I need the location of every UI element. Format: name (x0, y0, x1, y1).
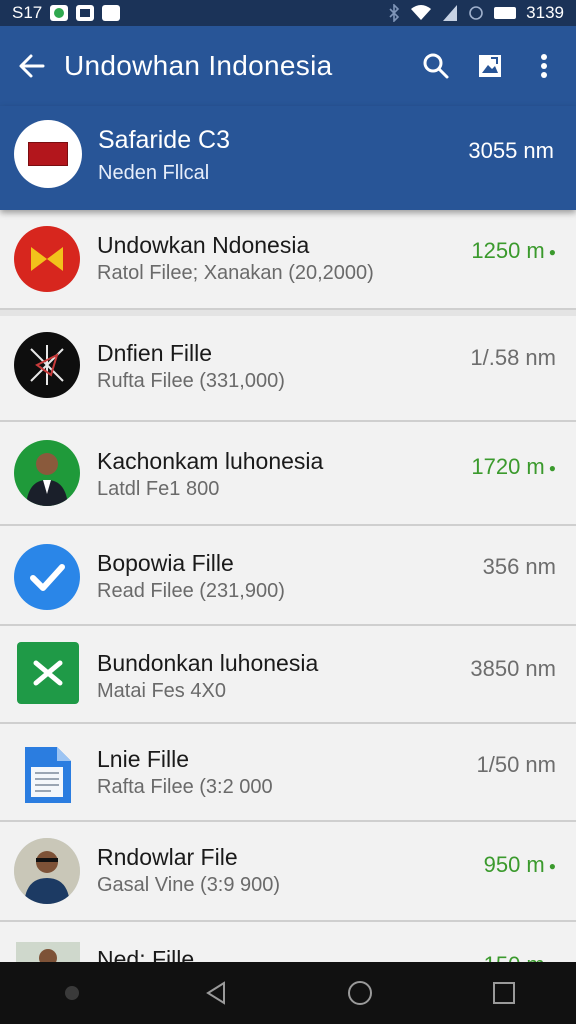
item-value: 1/.58 nm (470, 345, 556, 370)
triangle-back-icon (206, 981, 225, 1005)
notification-gallery-icon (76, 5, 95, 21)
list-item[interactable]: Rndowlar File Gasal Vine (3:9 900) 950 m… (0, 822, 576, 922)
file-list: Undowkan Ndonesia Ratol Filee; Xanakan (… (0, 210, 576, 982)
battery-icon (494, 7, 517, 19)
header-card[interactable]: Safaride C3 Neden Fllcal 3055 nm (0, 106, 576, 210)
person-photo-icon (14, 838, 80, 904)
navigation-bar (0, 962, 576, 1024)
dot-icon (65, 986, 79, 1000)
item-subtitle: Matai Fes 4X0 (97, 680, 226, 702)
document-icon (14, 742, 80, 808)
notification-app-icon (50, 5, 69, 21)
item-value: 1250 m ● (471, 238, 556, 263)
list-item[interactable]: Bopowia Fille Read Filee (231,900) 356 n… (0, 526, 576, 626)
person-photo-green-icon (14, 440, 80, 506)
page-title: Undowhan Indonesia (64, 50, 333, 81)
list-item[interactable]: Undowkan Ndonesia Ratol Filee; Xanakan (… (0, 210, 576, 310)
list-item[interactable]: Dnfien Fille Rufta Filee (331,000) 1/.58… (0, 316, 576, 422)
status-time: S17 (12, 3, 43, 22)
wifi-icon (411, 5, 432, 20)
bluetooth-icon (389, 4, 400, 22)
header-avatar (14, 120, 82, 188)
status-bar: S17 3139 (0, 0, 576, 26)
red-circle-logo-icon (14, 226, 80, 292)
status-dot-icon: ● (548, 461, 556, 476)
item-name: Lnie Fille (97, 746, 190, 772)
square-recents-icon (493, 982, 515, 1004)
item-name: Bundonkan luhonesia (97, 650, 319, 676)
item-subtitle: Gasal Vine (3:9 900) (97, 874, 281, 896)
item-value: 356 nm (482, 554, 556, 579)
item-subtitle: Rafta Filee (3:2 000 (97, 776, 273, 798)
item-subtitle: Latdl Fe1 800 (97, 478, 220, 500)
more-options-button[interactable] (528, 50, 560, 82)
image-icon (479, 55, 501, 77)
arrow-back-icon (19, 54, 45, 78)
header-value: 3055 nm (468, 138, 554, 163)
circle-home-icon (348, 981, 372, 1005)
app-bar: Undowhan Indonesia (0, 26, 576, 106)
black-star-logo-icon (14, 332, 80, 398)
item-subtitle: Rufta Filee (331,000) (97, 370, 285, 392)
status-battery-text: 3139 (526, 3, 564, 22)
search-button[interactable] (420, 50, 452, 82)
item-name: Rndowlar File (97, 844, 238, 870)
list-item[interactable]: Kachonkam luhonesia Latdl Fe1 800 1720 m… (0, 422, 576, 526)
nav-recents-button[interactable] (480, 969, 528, 1017)
item-subtitle: Ratol Filee; Xanakan (20,2000) (97, 262, 374, 284)
list-item[interactable]: Bundonkan luhonesia Matai Fes 4X0 3850 n… (0, 626, 576, 724)
search-icon (423, 53, 449, 79)
status-dot-icon: ● (548, 245, 556, 260)
status-dot-icon: ● (548, 859, 556, 874)
sync-icon (469, 6, 483, 20)
blue-checkmark-icon (14, 544, 80, 610)
back-button[interactable] (0, 26, 64, 106)
excel-icon (17, 642, 79, 704)
item-value: 3850 nm (470, 656, 556, 681)
list-item[interactable]: Lnie Fille Rafta Filee (3:2 000 1/50 nm (0, 724, 576, 822)
nav-back-button[interactable] (192, 969, 240, 1017)
item-value: 950 m ● (483, 852, 556, 877)
item-value: 1720 m ● (471, 454, 556, 479)
item-name: Bopowia Fille (97, 550, 234, 576)
item-name: Kachonkam luhonesia (97, 448, 324, 474)
more-vert-icon (541, 54, 547, 78)
photo-button[interactable] (474, 50, 506, 82)
flag-icon (28, 142, 68, 166)
header-title: Safaride C3 (98, 126, 231, 154)
header-subtitle: Neden Fllcal (98, 162, 210, 184)
nav-dot-button[interactable] (48, 969, 96, 1017)
nav-home-button[interactable] (336, 969, 384, 1017)
notification-bag-icon (102, 5, 121, 21)
signal-icon (443, 5, 458, 21)
item-name: Dnfien Fille (97, 340, 213, 366)
item-value: 1/50 nm (476, 752, 557, 777)
item-subtitle: Read Filee (231,900) (97, 580, 285, 602)
item-name: Undowkan Ndonesia (97, 232, 310, 258)
